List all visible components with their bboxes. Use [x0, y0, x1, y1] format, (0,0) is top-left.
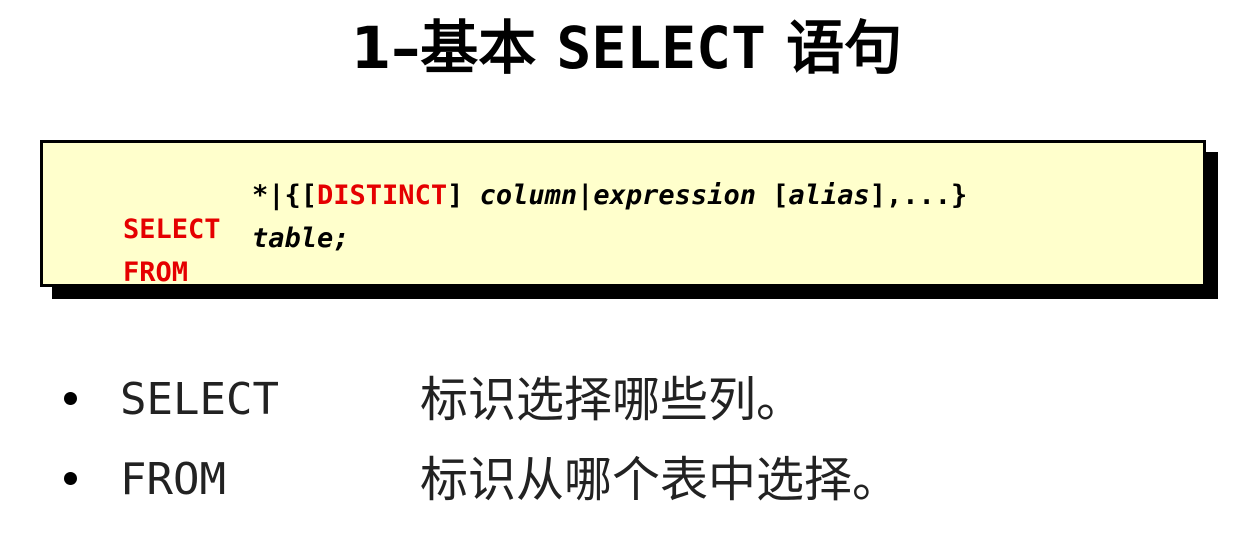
list-item: SELECT 标识选择哪些列。	[0, 370, 1253, 440]
bullet-dot-icon	[64, 472, 77, 485]
syntax-part: *|{[	[252, 180, 318, 211]
column-placeholder: column	[479, 180, 578, 211]
syntax-part: |	[577, 180, 594, 211]
select-clause: *|{[DISTINCT] column|expression [alias],…	[252, 179, 967, 213]
bullet-dot-icon	[64, 392, 77, 405]
alias-placeholder: alias	[788, 180, 870, 211]
list-item: FROM 标识从哪个表中选择。	[0, 450, 1253, 520]
slide-title: 1–基本 SELECT 语句	[0, 10, 1253, 86]
distinct-keyword: DISTINCT	[317, 180, 448, 211]
bullet-description: 标识从哪个表中选择。	[420, 452, 901, 508]
syntax-line-from: FROM table;	[58, 222, 350, 358]
table-placeholder: table;	[252, 223, 350, 254]
from-keyword: FROM	[123, 257, 189, 288]
syntax-box: SELECT *|{[DISTINCT] column|expression […	[40, 140, 1206, 288]
syntax-part: ],...}	[869, 180, 968, 211]
bullet-term: FROM	[120, 454, 226, 505]
syntax-part: [	[755, 180, 789, 211]
title-keyword: SELECT	[556, 14, 766, 82]
title-prefix: 1–基本	[350, 14, 557, 82]
title-suffix: 语句	[765, 14, 903, 82]
bullet-term: SELECT	[120, 374, 279, 425]
bullet-description: 标识选择哪些列。	[420, 372, 805, 428]
syntax-part: ]	[447, 180, 480, 211]
expression-placeholder: expression	[593, 180, 756, 211]
